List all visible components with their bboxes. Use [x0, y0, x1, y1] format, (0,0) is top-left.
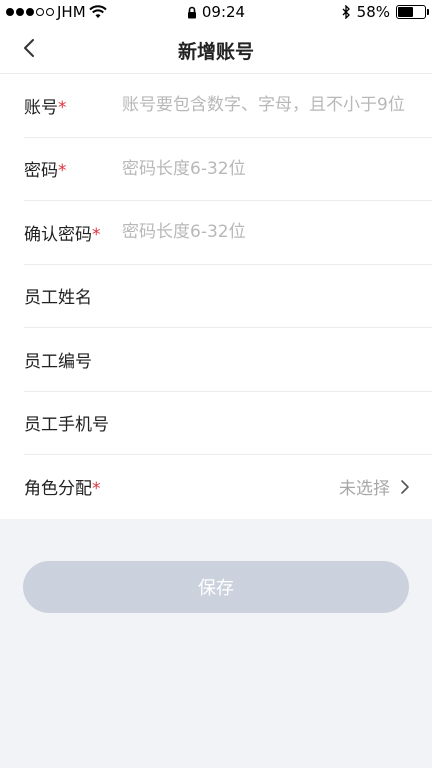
page-title: 新增账号: [177, 41, 254, 63]
account-row: 账号*: [24, 74, 432, 138]
employee-id-row: 员工编号: [24, 328, 432, 392]
role-value: 未选择: [339, 479, 390, 500]
required-mark: *: [92, 479, 101, 500]
employee-phone-row: 员工手机号: [24, 392, 432, 455]
account-label: 账号*: [24, 97, 67, 118]
chevron-right-icon: [401, 479, 409, 494]
clock: 09:24: [201, 3, 246, 21]
employee-phone-input[interactable]: [122, 412, 410, 433]
role-row[interactable]: 角色分配* 未选择: [24, 455, 432, 519]
required-mark: *: [58, 161, 67, 182]
employee-name-label: 员工姓名: [24, 288, 92, 309]
account-form: 账号* 密码* 确认密码* 员工姓名 员工编号 员工手机号 角色分配* 未选择: [0, 74, 432, 519]
battery-percent: 58%: [356, 3, 390, 21]
battery-icon: [396, 5, 429, 19]
employee-name-row: 员工姓名: [24, 265, 432, 328]
save-area: 保存: [0, 519, 432, 613]
confirm-password-row: 确认密码*: [24, 201, 432, 265]
status-bar: JHM 09:24 58%: [0, 0, 432, 24]
status-right: 58%: [342, 3, 429, 21]
save-button[interactable]: 保存: [23, 560, 409, 613]
password-label: 密码*: [24, 161, 67, 182]
nav-bar: 新增账号: [0, 24, 432, 74]
employee-phone-label: 员工手机号: [24, 415, 109, 436]
confirm-password-label: 确认密码*: [24, 224, 101, 245]
battery-fill: [398, 7, 414, 17]
confirm-password-input[interactable]: [122, 222, 410, 243]
required-mark: *: [58, 97, 67, 118]
lock-icon: [187, 6, 196, 18]
employee-id-label: 员工编号: [24, 351, 92, 372]
role-select[interactable]: 未选择: [339, 474, 410, 499]
required-mark: *: [92, 224, 101, 245]
password-input[interactable]: [122, 158, 410, 179]
password-row: 密码*: [24, 138, 432, 201]
role-label: 角色分配*: [24, 479, 101, 500]
account-input[interactable]: [122, 95, 410, 116]
employee-id-input[interactable]: [122, 349, 410, 370]
employee-name-input[interactable]: [122, 285, 410, 306]
bluetooth-icon: [342, 5, 350, 19]
